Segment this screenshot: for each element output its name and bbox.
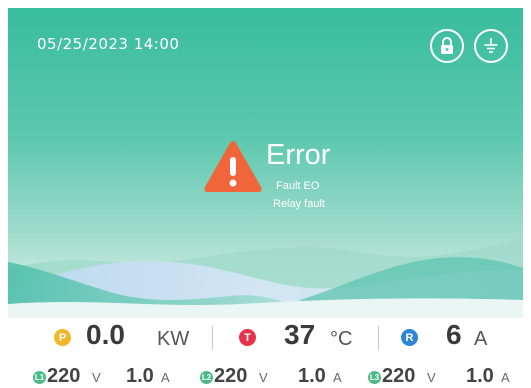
- lock-icon: [441, 37, 453, 54]
- temperature-badge: T: [239, 329, 256, 346]
- line-badge: L1: [33, 371, 46, 384]
- current-unit: A: [474, 328, 488, 350]
- line-current: 1.0: [126, 365, 154, 387]
- ground-button[interactable]: [474, 29, 508, 63]
- line-voltage: 220: [47, 365, 81, 387]
- line-current: 1.0: [466, 365, 494, 387]
- datetime-display: 05/25/2023 14:00: [37, 35, 180, 53]
- current-value: 6: [446, 319, 462, 350]
- status-title: Error: [266, 139, 331, 171]
- line-voltage: 220: [382, 365, 416, 387]
- lock-button[interactable]: [430, 29, 464, 63]
- current-badge: R: [401, 329, 418, 346]
- line-badge: L2: [200, 371, 213, 384]
- power-badge: P: [54, 329, 71, 346]
- power-unit: KW: [157, 328, 190, 350]
- ground-icon: [484, 38, 498, 53]
- divider: [212, 326, 213, 350]
- power-value: 0.0: [86, 319, 125, 350]
- line-current: 1.0: [298, 365, 326, 387]
- temperature-value: 37: [284, 319, 316, 350]
- temperature-unit: °C: [330, 328, 353, 350]
- divider: [378, 326, 379, 350]
- line-current-unit: A: [501, 370, 510, 385]
- line-current-unit: A: [161, 370, 170, 385]
- line-badge: L3: [368, 371, 381, 384]
- charger-screen: 05/25/2023 14:00 Error Fault EO Relay fa…: [0, 0, 531, 388]
- line-voltage-unit: V: [427, 370, 436, 385]
- fault-description: Relay fault: [273, 198, 325, 210]
- line-voltage-unit: V: [92, 370, 101, 385]
- line-current-unit: A: [333, 370, 342, 385]
- warning-icon: [204, 141, 262, 192]
- line-voltage: 220: [214, 365, 248, 387]
- line-voltage-unit: V: [259, 370, 268, 385]
- fault-code: Fault EO: [276, 180, 320, 192]
